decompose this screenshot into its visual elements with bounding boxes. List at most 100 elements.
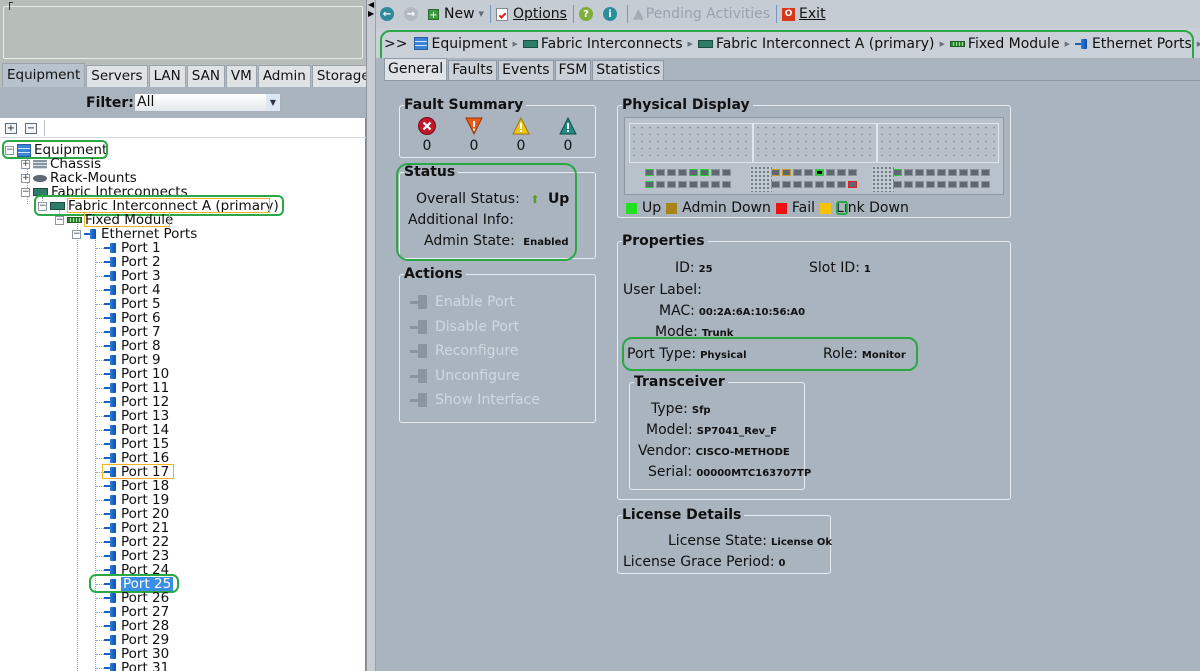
expand-icon[interactable]: + [21, 173, 30, 183]
tree-node-port[interactable]: Port 23 [104, 549, 169, 563]
back-button[interactable]: ← [380, 7, 398, 21]
sfp-port[interactable] [700, 181, 709, 188]
tree-node-port[interactable]: Port 29 [104, 633, 169, 647]
reconfigure-action[interactable]: Reconfigure [410, 343, 519, 359]
sfp-port[interactable] [700, 169, 709, 176]
tree-node-port[interactable]: Port 7 [104, 325, 161, 339]
sfp-port[interactable] [937, 181, 946, 188]
sfp-port[interactable] [667, 169, 676, 176]
tab-equipment[interactable]: Equipment [2, 63, 86, 87]
sfp-port[interactable] [826, 169, 835, 176]
sfp-port[interactable] [937, 169, 946, 176]
breadcrumb-prefix[interactable]: >> [384, 36, 407, 52]
sfp-port[interactable] [926, 169, 935, 176]
major-fault-icon[interactable] [465, 117, 483, 135]
sfp-port[interactable] [711, 181, 720, 188]
sfp-port[interactable] [893, 169, 902, 176]
sfp-port[interactable] [826, 181, 835, 188]
tab-fsm[interactable]: FSM [554, 60, 592, 80]
tree-node-ethernet-ports[interactable]: − Ethernet Ports [72, 227, 197, 241]
expand-right-arrow-icon[interactable]: ▶ [368, 10, 374, 18]
sfp-port[interactable] [948, 169, 957, 176]
sfp-port[interactable] [678, 169, 687, 176]
breadcrumb-fabric-interconnect-a[interactable]: Fabric Interconnect A (primary) [697, 36, 935, 52]
tree-node-chassis[interactable]: + Chassis [21, 157, 101, 171]
tree-node-port[interactable]: Port 14 [104, 423, 169, 437]
tree-node-port[interactable]: Port 5 [104, 297, 161, 311]
tree-node-rack-mounts[interactable]: + Rack-Mounts [21, 171, 137, 185]
breadcrumb-fixed-module[interactable]: Fixed Module [949, 36, 1060, 52]
sfp-port[interactable] [678, 181, 687, 188]
sfp-port[interactable] [915, 169, 924, 176]
tree-node-port[interactable]: Port 21 [104, 521, 169, 535]
sfp-port[interactable] [645, 169, 654, 176]
tree-node-port[interactable]: Port 6 [104, 311, 161, 325]
collapse-icon[interactable]: − [38, 201, 47, 211]
sfp-port[interactable] [771, 169, 780, 176]
breadcrumb-ethernet-ports[interactable]: Ethernet Ports [1074, 36, 1192, 52]
tree-node-port[interactable]: Port 4 [104, 283, 161, 297]
sfp-port[interactable] [645, 181, 654, 188]
pending-activities-button[interactable]: ▲ Pending Activities [633, 6, 770, 22]
tab-events[interactable]: Events [498, 60, 554, 80]
exit-button[interactable]: O Exit [782, 6, 826, 22]
tree-node-port[interactable]: Port 22 [104, 535, 169, 549]
sfp-port[interactable] [667, 181, 676, 188]
tree-node-port[interactable]: Port 28 [104, 619, 169, 633]
tab-admin[interactable]: Admin [257, 65, 311, 87]
tree-node-port[interactable]: Port 18 [104, 479, 169, 493]
tree-node-fabric-interconnects[interactable]: − Fabric Interconnects [21, 185, 188, 199]
new-button[interactable]: + New ▼ [428, 6, 484, 22]
sfp-port[interactable] [656, 181, 665, 188]
sfp-port[interactable] [815, 181, 824, 188]
expand-icon[interactable]: + [21, 159, 30, 169]
sfp-port[interactable] [970, 181, 979, 188]
sfp-port[interactable] [959, 181, 968, 188]
tree-node-fixed-module[interactable]: − Fixed Module [55, 213, 173, 227]
sfp-port[interactable] [656, 169, 665, 176]
options-button[interactable]: Options [495, 6, 567, 22]
tree-node-equipment[interactable]: − Equipment [5, 143, 107, 157]
tab-vm[interactable]: VM [225, 65, 257, 87]
sfp-port[interactable] [848, 181, 857, 188]
sfp-port[interactable] [837, 181, 846, 188]
sfp-port[interactable] [782, 169, 791, 176]
sfp-port[interactable] [948, 181, 957, 188]
minor-fault-icon[interactable] [512, 117, 530, 135]
sfp-port[interactable] [959, 169, 968, 176]
sfp-port[interactable] [793, 169, 802, 176]
tree-node-port[interactable]: Port 27 [104, 605, 169, 619]
tree-node-port[interactable]: Port 12 [104, 395, 169, 409]
tree-node-port[interactable]: Port 24 [104, 563, 169, 577]
pane-splitter[interactable]: ◀ ▶ [366, 0, 376, 671]
tree-node-port[interactable]: Port 15 [104, 437, 169, 451]
tab-lan[interactable]: LAN [148, 65, 186, 87]
sfp-port[interactable] [722, 169, 731, 176]
sfp-port[interactable] [711, 169, 720, 176]
chevron-down-icon[interactable]: ▼ [266, 94, 280, 111]
sfp-port[interactable] [848, 169, 857, 176]
sfp-port[interactable] [689, 181, 698, 188]
tab-statistics[interactable]: Statistics [592, 60, 665, 80]
tree-node-port[interactable]: Port 19 [104, 493, 169, 507]
sfp-port[interactable] [904, 181, 913, 188]
collapse-icon[interactable]: − [21, 187, 30, 197]
tree-node-port[interactable]: Port 17 [104, 465, 169, 479]
sfp-port[interactable] [722, 181, 731, 188]
tree-node-port[interactable]: Port 31 [104, 661, 169, 671]
forward-button[interactable]: → [404, 7, 422, 21]
disable-port-action[interactable]: Disable Port [410, 319, 519, 335]
critical-fault-icon[interactable] [418, 117, 436, 135]
breadcrumb-equipment[interactable]: Equipment [414, 36, 507, 52]
tree-node-port[interactable]: Port 9 [104, 353, 161, 367]
info-button[interactable]: i [602, 7, 621, 21]
tree-node-port[interactable]: Port 8 [104, 339, 161, 353]
sfp-port[interactable] [981, 181, 990, 188]
sfp-port[interactable] [804, 169, 813, 176]
collapse-icon[interactable]: − [55, 215, 64, 225]
tree-node-port[interactable]: Port 30 [104, 647, 169, 661]
tab-san[interactable]: SAN [186, 65, 225, 87]
tree-node-port[interactable]: Port 16 [104, 451, 169, 465]
sfp-port[interactable] [837, 169, 846, 176]
sfp-port[interactable] [804, 181, 813, 188]
